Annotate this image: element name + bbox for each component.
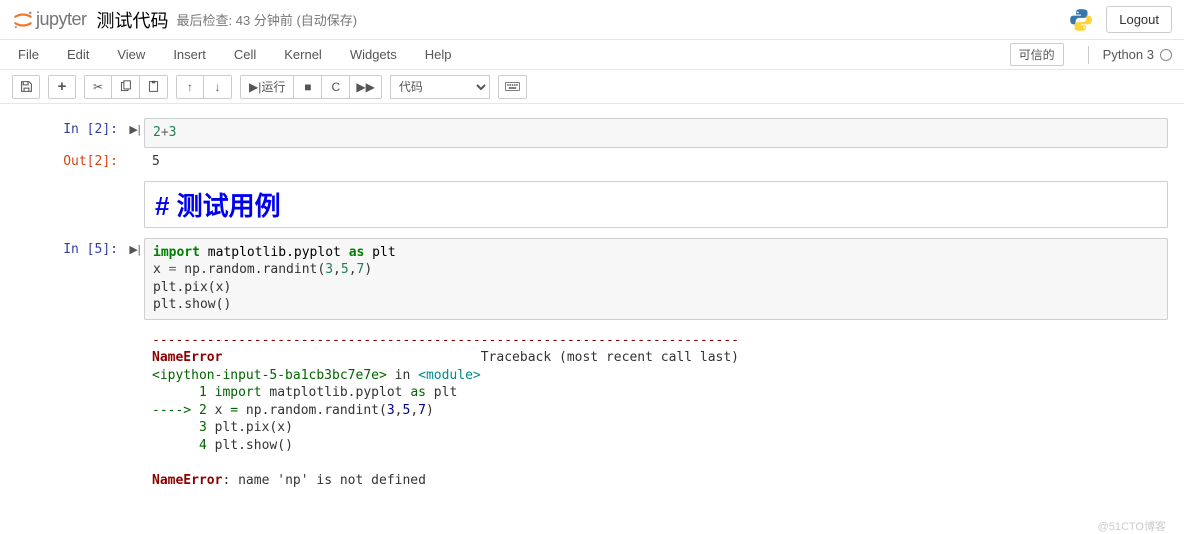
restart-run-all-button[interactable]: ▶▶ xyxy=(350,75,381,99)
paste-button[interactable] xyxy=(140,75,168,99)
output-text: 5 xyxy=(144,150,1168,173)
save-icon xyxy=(20,80,33,93)
move-down-button[interactable]: ↓ xyxy=(204,75,232,99)
logo-text: jupyter xyxy=(36,9,87,30)
markdown-rendered[interactable]: # 测试用例 xyxy=(144,181,1168,228)
arrow-down-icon: ↓ xyxy=(215,80,221,94)
add-cell-button[interactable]: + xyxy=(48,75,76,99)
menubar: File Edit View Insert Cell Kernel Widget… xyxy=(0,40,1184,70)
move-up-button[interactable]: ↑ xyxy=(176,75,204,99)
menu-view[interactable]: View xyxy=(103,42,159,67)
stop-icon: ■ xyxy=(304,80,311,94)
output-row: Out[2]: 5 xyxy=(16,150,1168,173)
python-icon xyxy=(1068,7,1094,33)
fast-forward-icon: ▶▶ xyxy=(356,80,374,94)
cut-icon: ✂ xyxy=(93,80,103,94)
notebook-container: In [2]: ▶| 2+3 Out[2]: 5 # 测试用例 In [5]: … xyxy=(0,104,1184,518)
output-prompt: Out[2]: xyxy=(16,150,126,173)
menu-file[interactable]: File xyxy=(12,42,53,67)
kernel-status-icon xyxy=(1160,49,1172,61)
code-cell[interactable]: In [2]: ▶| 2+3 xyxy=(16,118,1168,148)
copy-button[interactable] xyxy=(112,75,140,99)
watermark: @51CTO博客 xyxy=(1098,518,1166,534)
run-icon: ▶| xyxy=(249,80,261,94)
paste-icon xyxy=(147,80,160,93)
keyboard-icon xyxy=(505,81,520,92)
menu-help[interactable]: Help xyxy=(411,42,466,67)
menu-insert[interactable]: Insert xyxy=(159,42,220,67)
restart-icon: C xyxy=(332,80,341,94)
error-output: ----------------------------------------… xyxy=(144,326,1168,496)
run-indicator-icon: ▶| xyxy=(126,118,144,148)
cell-type-select[interactable]: 代码 xyxy=(390,75,490,99)
menu-widgets[interactable]: Widgets xyxy=(336,42,411,67)
code-input[interactable]: 2+3 xyxy=(144,118,1168,148)
kernel-name: Python 3 xyxy=(1103,47,1154,62)
arrow-up-icon: ↑ xyxy=(187,80,193,94)
cut-button[interactable]: ✂ xyxy=(84,75,112,99)
jupyter-logo[interactable]: jupyter xyxy=(12,9,87,31)
menu-kernel[interactable]: Kernel xyxy=(270,42,336,67)
plus-icon: + xyxy=(58,78,67,95)
run-indicator-icon: ▶| xyxy=(126,238,144,320)
interrupt-button[interactable]: ■ xyxy=(294,75,322,99)
restart-button[interactable]: C xyxy=(322,75,350,99)
menu-edit[interactable]: Edit xyxy=(53,42,103,67)
header-bar: jupyter 测试代码 最后检查: 43 分钟前 (自动保存) Logout xyxy=(0,0,1184,40)
code-cell[interactable]: In [5]: ▶| import matplotlib.pyplot as p… xyxy=(16,238,1168,320)
notebook-name[interactable]: 测试代码 xyxy=(97,7,169,33)
output-row: ----------------------------------------… xyxy=(16,326,1168,496)
menu-cell[interactable]: Cell xyxy=(220,42,270,67)
markdown-cell[interactable]: # 测试用例 xyxy=(16,181,1168,228)
code-input[interactable]: import matplotlib.pyplot as plt x = np.r… xyxy=(144,238,1168,320)
kernel-indicator: Python 3 xyxy=(1084,46,1172,64)
copy-icon xyxy=(119,80,132,93)
logout-button[interactable]: Logout xyxy=(1106,6,1172,33)
checkpoint-status: 最后检查: 43 分钟前 (自动保存) xyxy=(177,10,358,29)
input-prompt: In [5]: xyxy=(16,238,126,320)
trusted-indicator[interactable]: 可信的 xyxy=(1010,43,1064,66)
save-button[interactable] xyxy=(12,75,40,99)
toolbar: + ✂ ↑ ↓ ▶| 运行 ■ C ▶▶ 代码 xyxy=(0,70,1184,104)
run-button[interactable]: ▶| 运行 xyxy=(240,75,294,99)
jupyter-icon xyxy=(12,9,34,31)
command-palette-button[interactable] xyxy=(498,75,527,99)
input-prompt: In [2]: xyxy=(16,118,126,148)
